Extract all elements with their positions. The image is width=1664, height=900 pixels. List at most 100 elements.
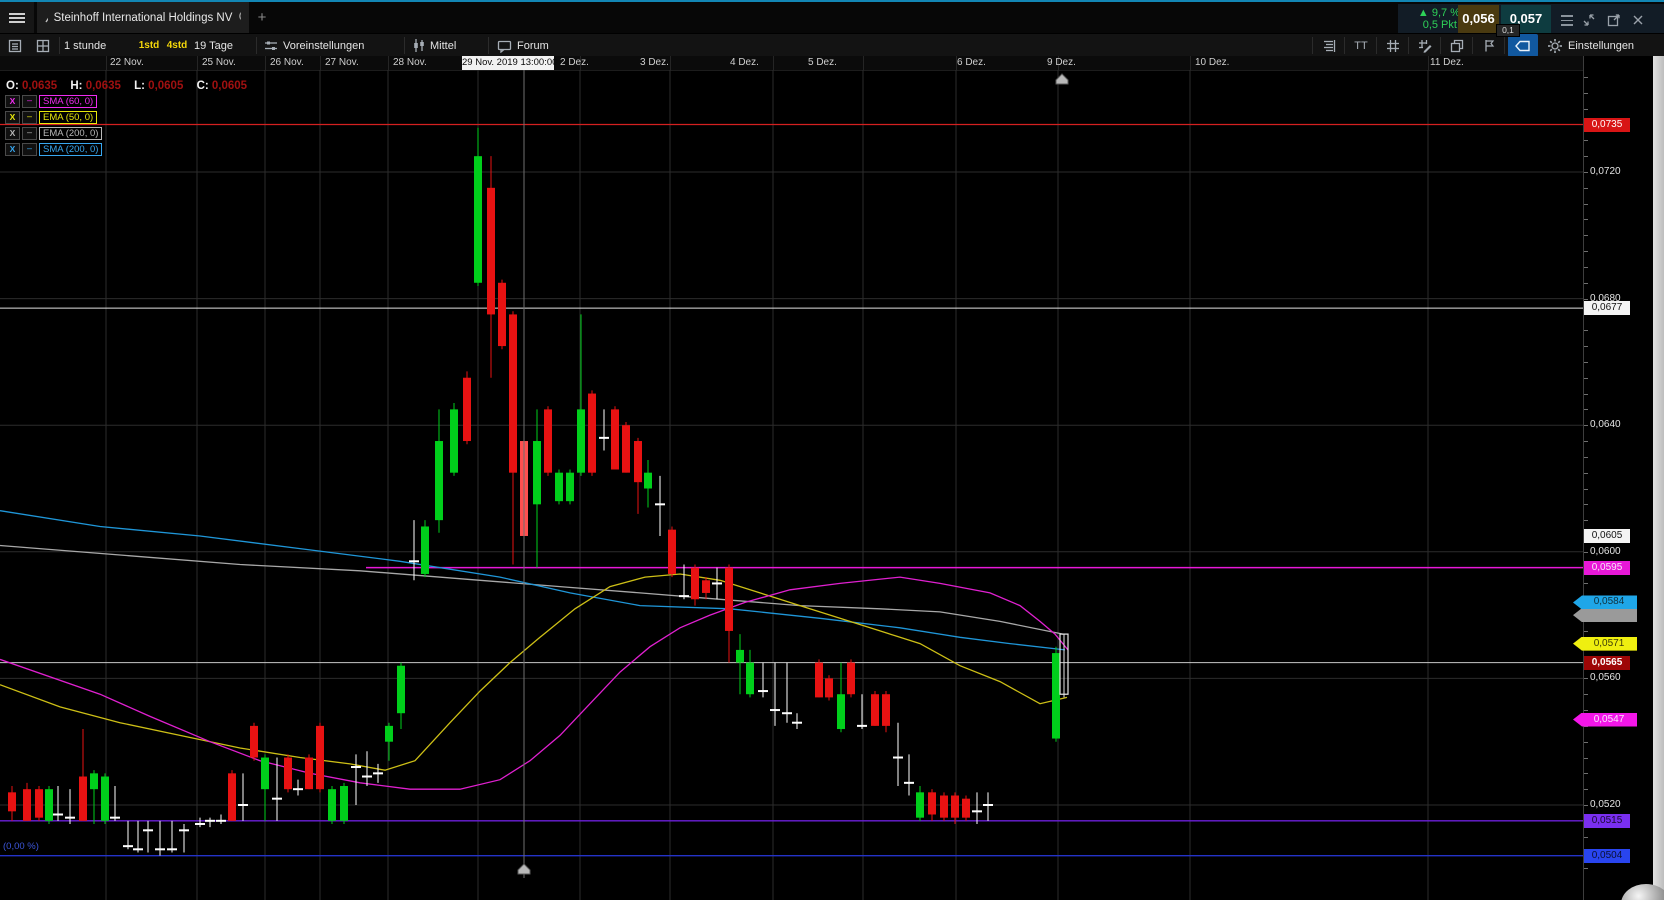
price-tag[interactable]: 0,0677 bbox=[1584, 301, 1630, 315]
candle-body[interactable] bbox=[951, 796, 959, 818]
legend-label[interactable]: EMA (200, 0) bbox=[39, 127, 102, 140]
doji-close-dash[interactable] bbox=[179, 829, 189, 831]
price-tag[interactable]: 0,0735 bbox=[1584, 118, 1630, 132]
candle-body[interactable] bbox=[463, 378, 471, 441]
candle-body[interactable] bbox=[90, 773, 98, 789]
candle-body[interactable] bbox=[847, 663, 855, 695]
legend-label[interactable]: SMA (60, 0) bbox=[39, 95, 97, 108]
doji-close-dash[interactable] bbox=[972, 810, 982, 812]
legend-remove-button[interactable]: X bbox=[5, 127, 20, 140]
price-tag[interactable]: 0,0515 bbox=[1584, 814, 1630, 828]
doji-close-dash[interactable] bbox=[155, 848, 165, 850]
doji-close-dash[interactable] bbox=[205, 820, 215, 822]
legend-remove-button[interactable]: X bbox=[5, 95, 20, 108]
popout-window-button[interactable] bbox=[1605, 11, 1623, 29]
legend-style-button[interactable]: – bbox=[22, 143, 37, 156]
legend-label[interactable]: SMA (200, 0) bbox=[39, 143, 102, 156]
candle-body[interactable] bbox=[544, 409, 552, 472]
candle-body[interactable] bbox=[487, 188, 495, 315]
price-tag[interactable]: 0,0547 bbox=[1573, 713, 1637, 727]
candle-body[interactable] bbox=[815, 663, 823, 698]
candle-body[interactable] bbox=[577, 409, 585, 472]
candle-body[interactable] bbox=[566, 473, 574, 501]
candle-body[interactable] bbox=[23, 789, 31, 821]
candle-body[interactable] bbox=[397, 666, 405, 713]
candle-body[interactable] bbox=[228, 773, 236, 820]
doji-close-dash[interactable] bbox=[893, 757, 903, 759]
doji-close-dash[interactable] bbox=[857, 725, 867, 727]
price-tag-hidden[interactable] bbox=[1573, 608, 1637, 622]
candle-body[interactable] bbox=[871, 694, 879, 726]
doji-close-dash[interactable] bbox=[792, 722, 802, 724]
candle-body[interactable] bbox=[498, 283, 506, 346]
doji-close-dash[interactable] bbox=[65, 817, 75, 819]
price-tag[interactable]: 0,0565 bbox=[1584, 656, 1630, 670]
legend-style-button[interactable]: – bbox=[22, 95, 37, 108]
candle-body[interactable] bbox=[421, 526, 429, 573]
close-window-button[interactable] bbox=[1629, 11, 1647, 29]
candle-body[interactable] bbox=[916, 792, 924, 817]
candle-body[interactable] bbox=[35, 789, 43, 817]
doji-close-dash[interactable] bbox=[599, 437, 609, 439]
doji-close-dash[interactable] bbox=[133, 848, 143, 850]
doji-close-dash[interactable] bbox=[216, 820, 226, 822]
candle-body[interactable] bbox=[668, 530, 676, 574]
time-marker-icon[interactable] bbox=[518, 864, 530, 874]
candle-body[interactable] bbox=[746, 663, 754, 695]
candle-body[interactable] bbox=[928, 792, 936, 814]
doji-close-dash[interactable] bbox=[238, 804, 248, 806]
doji-close-dash[interactable] bbox=[53, 813, 63, 815]
doji-close-dash[interactable] bbox=[655, 503, 665, 505]
price-tag[interactable]: 0,0584 bbox=[1573, 595, 1637, 609]
legend-remove-button[interactable]: X bbox=[5, 111, 20, 124]
candle-body[interactable] bbox=[611, 409, 619, 469]
doji-close-dash[interactable] bbox=[195, 823, 205, 825]
candle-body[interactable] bbox=[1052, 653, 1060, 738]
price-tag[interactable]: 0,0504 bbox=[1584, 849, 1630, 863]
doji-close-dash[interactable] bbox=[409, 560, 419, 562]
candle-body[interactable] bbox=[644, 473, 652, 489]
doji-close-dash[interactable] bbox=[904, 782, 914, 784]
candle-body[interactable] bbox=[101, 777, 109, 821]
price-tag[interactable]: 0,0605 bbox=[1584, 529, 1630, 543]
doji-close-dash[interactable] bbox=[983, 804, 993, 806]
price-tag[interactable]: 0,0595 bbox=[1584, 561, 1630, 575]
doji-close-dash[interactable] bbox=[143, 829, 153, 831]
price-tag[interactable]: 0,0571 bbox=[1573, 637, 1637, 651]
candle-body[interactable] bbox=[509, 314, 517, 472]
candle-body[interactable] bbox=[555, 473, 563, 501]
price-axis[interactable]: 0,07200,06800,06400,06000,05600,0520 bbox=[1583, 56, 1653, 900]
candle-body[interactable] bbox=[385, 726, 393, 742]
doji-close-dash[interactable] bbox=[758, 690, 768, 692]
doji-close-dash[interactable] bbox=[293, 788, 303, 790]
doji-close-dash[interactable] bbox=[712, 582, 722, 584]
candle-body[interactable] bbox=[316, 726, 324, 789]
candle-body[interactable] bbox=[8, 792, 16, 811]
candle-body[interactable] bbox=[305, 758, 313, 790]
doji-close-dash[interactable] bbox=[167, 848, 177, 850]
candle-body[interactable] bbox=[962, 799, 970, 818]
candle-body[interactable] bbox=[825, 678, 833, 697]
doji-close-dash[interactable] bbox=[679, 595, 689, 597]
candle-body[interactable] bbox=[340, 786, 348, 821]
doji-close-dash[interactable] bbox=[373, 772, 383, 774]
candle-body[interactable] bbox=[702, 580, 710, 593]
doji-close-dash[interactable] bbox=[272, 798, 282, 800]
candle-body[interactable] bbox=[261, 758, 269, 790]
legend-remove-button[interactable]: X bbox=[5, 143, 20, 156]
candle-body[interactable] bbox=[837, 694, 845, 729]
candle-body[interactable] bbox=[284, 758, 292, 790]
legend-style-button[interactable]: – bbox=[22, 111, 37, 124]
candle-body[interactable] bbox=[474, 156, 482, 283]
legend-style-button[interactable]: – bbox=[22, 127, 37, 140]
doji-close-dash[interactable] bbox=[782, 712, 792, 714]
candle-body[interactable] bbox=[328, 789, 336, 821]
candle-body[interactable] bbox=[79, 777, 87, 821]
doji-close-dash[interactable] bbox=[110, 817, 120, 819]
candle-body[interactable] bbox=[435, 441, 443, 520]
candle-body[interactable] bbox=[882, 694, 890, 726]
candle-body[interactable] bbox=[725, 568, 733, 631]
doji-close-dash[interactable] bbox=[123, 845, 133, 847]
candle-body[interactable] bbox=[736, 650, 744, 663]
doji-close-dash[interactable] bbox=[770, 709, 780, 711]
